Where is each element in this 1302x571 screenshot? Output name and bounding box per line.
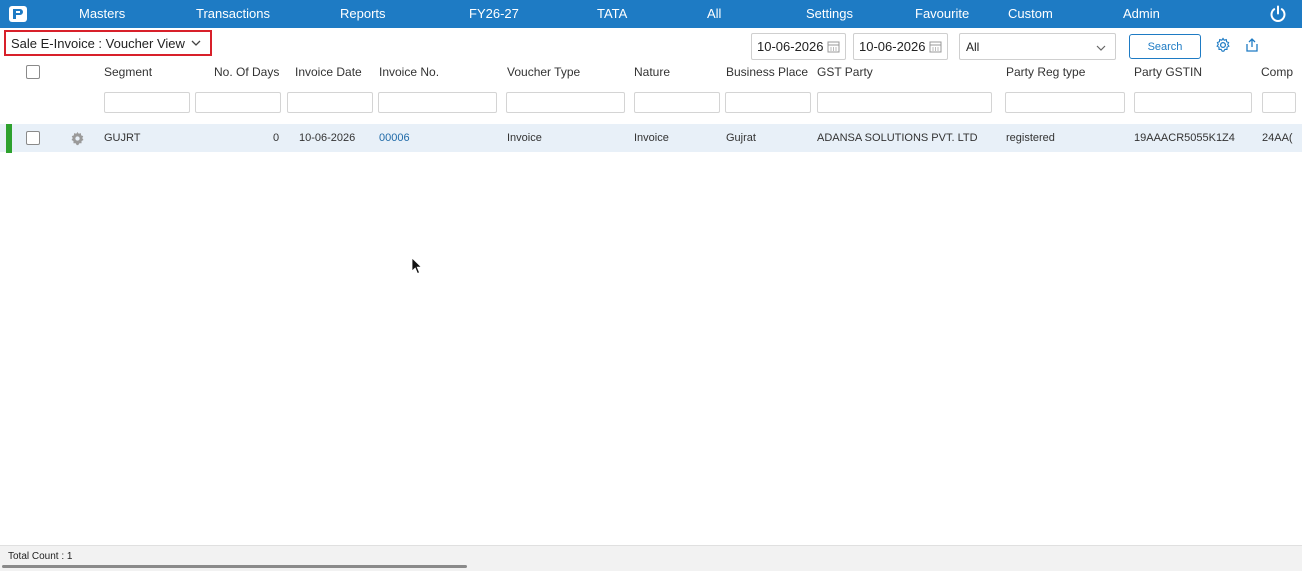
chevron-down-icon <box>191 40 201 46</box>
view-title-label: Sale E-Invoice : Voucher View <box>11 35 185 51</box>
column-header-gst-party[interactable]: GST Party <box>817 65 873 79</box>
calendar-icon[interactable] <box>929 40 942 53</box>
cell-party-gstin: 19AAACR5055K1Z4 <box>1134 132 1235 144</box>
to-date-field[interactable]: 10-06-2026 <box>853 33 948 60</box>
cell-business-place: Gujrat <box>726 132 756 144</box>
mouse-cursor-icon <box>411 257 423 275</box>
column-header-invoice-no[interactable]: Invoice No. <box>379 65 439 79</box>
filter-no-of-days[interactable] <box>195 92 281 113</box>
column-header-comp[interactable]: Comp <box>1261 65 1293 79</box>
cell-no-of-days: 0 <box>273 132 280 144</box>
filter-invoice-date[interactable] <box>287 92 373 113</box>
from-date-field[interactable]: 10-06-2026 <box>751 33 846 60</box>
row-gear-icon[interactable] <box>70 131 85 146</box>
total-count: Total Count : 1 <box>8 551 73 562</box>
filter-party-reg-type[interactable] <box>1005 92 1125 113</box>
to-date-value: 10-06-2026 <box>859 39 926 54</box>
export-icon[interactable] <box>1244 37 1260 53</box>
row-status-indicator <box>6 124 12 153</box>
cell-gst-party: ADANSA SOLUTIONS PVT. LTD <box>817 132 978 144</box>
filter-voucher-type[interactable] <box>506 92 625 113</box>
power-icon[interactable] <box>1268 4 1288 24</box>
filter-segment[interactable] <box>104 92 190 113</box>
horizontal-scrollbar[interactable] <box>2 565 467 568</box>
cell-invoice-date: 10-06-2026 <box>299 132 356 144</box>
cell-comp: 24AA( <box>1262 132 1293 144</box>
search-button-label: Search <box>1147 40 1183 53</box>
cell-party-reg-type: registered <box>1006 132 1055 144</box>
column-header-party-gstin[interactable]: Party GSTIN <box>1134 65 1202 79</box>
nav-all[interactable]: All <box>707 6 721 21</box>
chevron-down-icon <box>1096 45 1106 51</box>
search-button[interactable]: Search <box>1129 34 1201 59</box>
column-header-party-reg-type[interactable]: Party Reg type <box>1006 65 1085 79</box>
column-header-no-of-days[interactable]: No. Of Days <box>214 65 279 79</box>
filter-select[interactable]: All <box>959 33 1116 60</box>
filter-select-value: All <box>966 39 980 54</box>
calendar-icon[interactable] <box>827 40 840 53</box>
column-header-voucher-type[interactable]: Voucher Type <box>507 65 580 79</box>
nav-financial-year[interactable]: FY26-27 <box>469 6 519 21</box>
column-header-business-place[interactable]: Business Place <box>726 65 808 79</box>
filter-comp[interactable] <box>1262 92 1296 113</box>
filter-invoice-no[interactable] <box>378 92 497 113</box>
select-all-checkbox[interactable] <box>26 65 40 79</box>
nav-company[interactable]: TATA <box>597 6 627 21</box>
nav-custom[interactable]: Custom <box>1008 6 1053 21</box>
nav-admin[interactable]: Admin <box>1123 6 1160 21</box>
view-selector[interactable]: Sale E-Invoice : Voucher View <box>4 30 212 56</box>
nav-favourite[interactable]: Favourite <box>915 6 969 21</box>
nav-settings[interactable]: Settings <box>806 6 853 21</box>
cell-nature: Invoice <box>634 132 669 144</box>
column-header-nature[interactable]: Nature <box>634 65 670 79</box>
top-nav-bar: Masters Transactions Reports FY26-27 TAT… <box>0 0 1302 28</box>
filter-gst-party[interactable] <box>817 92 992 113</box>
from-date-value: 10-06-2026 <box>757 39 824 54</box>
cell-segment: GUJRT <box>104 132 141 144</box>
filter-business-place[interactable] <box>725 92 811 113</box>
column-header-segment[interactable]: Segment <box>104 65 152 79</box>
filter-nature[interactable] <box>634 92 720 113</box>
app-logo-icon[interactable] <box>8 5 28 23</box>
row-checkbox[interactable] <box>26 131 40 145</box>
nav-reports[interactable]: Reports <box>340 6 386 21</box>
cell-voucher-type: Invoice <box>507 132 542 144</box>
column-header-invoice-date[interactable]: Invoice Date <box>295 65 362 79</box>
cell-invoice-no-link[interactable]: 00006 <box>379 132 410 144</box>
settings-icon[interactable] <box>1215 37 1231 53</box>
nav-masters[interactable]: Masters <box>79 6 125 21</box>
filter-party-gstin[interactable] <box>1134 92 1252 113</box>
nav-transactions[interactable]: Transactions <box>196 6 270 21</box>
